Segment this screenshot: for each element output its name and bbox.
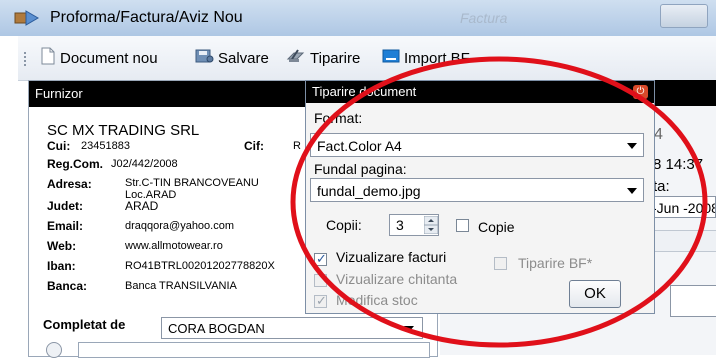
tiparire-button[interactable]: Tiparire	[286, 47, 360, 69]
right-input[interactable]	[670, 285, 716, 317]
document-nou-label: Document nou	[60, 49, 158, 67]
chevron-down-icon	[627, 143, 637, 149]
cif-label: Cif:	[244, 139, 264, 153]
import-bf-label: Import BF	[404, 49, 470, 67]
iban-label: Iban:	[47, 259, 76, 273]
chevron-down-icon	[404, 326, 414, 332]
dialog-title: Tiparire document	[306, 81, 654, 103]
banca-value: Banca TRANSILVANIA	[125, 280, 237, 292]
stepper-buttons[interactable]	[423, 215, 439, 235]
cui-value: 23451883	[81, 140, 130, 152]
completat-select[interactable]: CORA BOGDAN	[161, 317, 423, 339]
window-title: Proforma/Factura/Aviz Nou	[50, 9, 243, 26]
date-field[interactable]: -Jun -2008	[645, 196, 716, 218]
regcom-label: Reg.Com.	[47, 157, 104, 171]
close-icon[interactable]: ⏻	[633, 85, 648, 99]
web-value: www.allmotowear.ro	[125, 240, 223, 252]
email-value: draqqora@yahoo.com	[125, 220, 235, 232]
date-value: -Jun -2008	[652, 200, 716, 216]
web-label: Web:	[47, 239, 77, 253]
fundal-label: Fundal pagina:	[314, 161, 407, 177]
printer-icon	[286, 47, 306, 69]
import-icon	[382, 48, 400, 68]
completat-label: Completat de	[43, 317, 126, 332]
new-document-icon	[40, 47, 56, 69]
format-label: Format:	[314, 110, 363, 126]
fundal-value: fundal_demo.jpg	[317, 183, 421, 199]
tiparire-bf-label: Tiparire BF*	[518, 255, 593, 271]
judet-value: ARAD	[125, 199, 159, 213]
ok-button[interactable]: OK	[569, 280, 621, 308]
salvare-button[interactable]: Salvare	[194, 47, 269, 69]
vizualizare-chitanta-checkbox[interactable]	[314, 274, 327, 287]
toolbar: Document nou Salvare Tiparire Import BF	[18, 36, 716, 81]
banca-label: Banca:	[47, 279, 88, 293]
vizualizare-facturi-checkbox[interactable]	[314, 251, 327, 267]
app-icon	[14, 9, 40, 27]
chevron-down-icon	[627, 188, 637, 194]
tiparire-label: Tiparire	[310, 49, 361, 67]
title-bar: Proforma/Factura/Aviz Nou Factura	[0, 0, 716, 36]
date-label: ta:	[653, 178, 670, 195]
toolbar-grip[interactable]	[24, 52, 29, 66]
copie-checkbox[interactable]	[456, 219, 469, 232]
adresa-label: Adresa:	[47, 177, 92, 191]
fundal-select[interactable]: fundal_demo.jpg	[310, 178, 644, 202]
document-datetime: 8 14:37	[653, 156, 704, 173]
vizualizare-chitanta-label: Vizualizare chitanta	[336, 271, 458, 287]
completat-value: CORA BOGDAN	[168, 321, 265, 336]
email-label: Email:	[47, 219, 84, 233]
judet-label: Judet:	[47, 199, 83, 213]
save-icon	[194, 47, 214, 69]
copie-label: Copie	[478, 219, 515, 235]
cif-value: R	[293, 140, 301, 152]
window-control-button[interactable]	[660, 4, 708, 28]
right-field[interactable]	[645, 230, 716, 252]
adresa-line1: Str.C-TIN BRANCOVEANU	[125, 177, 259, 189]
iban-value: RO41BTRL00201202778820X	[125, 260, 275, 272]
document-number: 4	[654, 126, 663, 143]
import-bf-button[interactable]: Import BF	[382, 47, 470, 69]
vizualizare-facturi-label: Vizualizare facturi	[336, 249, 447, 265]
main-window: Proforma/Factura/Aviz Nou Factura Docume…	[0, 0, 716, 358]
background-window-title: Factura	[460, 10, 508, 26]
bottom-field[interactable]	[78, 342, 430, 358]
print-dialog: Tiparire document ⏻ Format: Fact.Color A…	[305, 80, 655, 314]
tiparire-bf-checkbox[interactable]	[494, 257, 507, 270]
modifica-stoc-label: Modifica stoc	[336, 292, 418, 308]
radio-button[interactable]	[46, 342, 62, 358]
modifica-stoc-checkbox[interactable]	[314, 293, 327, 309]
copii-label: Copii:	[326, 217, 362, 233]
salvare-label: Salvare	[218, 49, 269, 67]
format-select[interactable]: Fact.Color A4	[310, 133, 644, 157]
copii-value: 3	[396, 217, 404, 233]
format-value: Fact.Color A4	[317, 138, 402, 154]
document-nou-button[interactable]: Document nou	[40, 47, 158, 69]
copii-stepper[interactable]: 3	[389, 214, 439, 236]
company-name: SC MX TRADING SRL	[47, 122, 200, 139]
cui-label: Cui:	[47, 139, 71, 153]
regcom-value: J02/442/2008	[111, 158, 178, 170]
